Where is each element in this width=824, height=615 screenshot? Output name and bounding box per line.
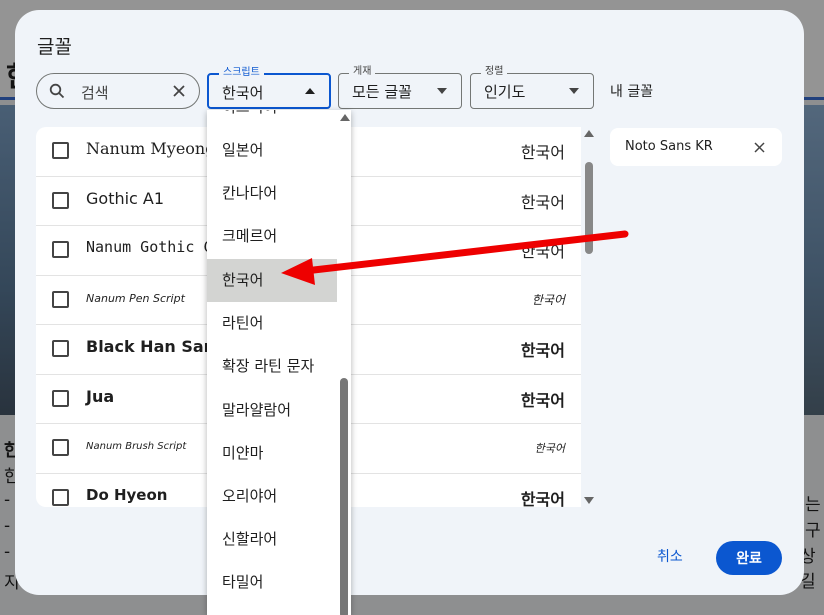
sort-select-label: 정렬 — [481, 66, 508, 78]
font-checkbox[interactable] — [52, 290, 69, 308]
menu-item[interactable]: 히브리어 — [207, 110, 337, 129]
menu-item[interactable]: 타밀어 — [207, 561, 337, 604]
subset-select-value: 모든 글꼴 — [352, 83, 412, 101]
menu-item[interactable]: 오리야어 — [207, 475, 337, 518]
script-select-value: 한국어 — [222, 84, 264, 102]
font-sample: 한국어 — [520, 143, 565, 162]
font-checkbox[interactable] — [52, 142, 69, 159]
search-input[interactable]: 검색 — [81, 82, 109, 103]
subset-select[interactable]: 게재 모든 글꼴 — [338, 66, 462, 109]
font-list-scrollbar[interactable] — [581, 127, 597, 507]
font-name: Jua — [86, 386, 115, 406]
search-icon — [49, 83, 65, 99]
font-name: Black Han Sans — [86, 337, 225, 356]
font-sample: 한국어 — [520, 489, 565, 508]
selected-font-name: Noto Sans KR — [625, 139, 713, 154]
font-sample: 한국어 — [531, 292, 565, 307]
menu-item[interactable]: 신할라어 — [207, 518, 337, 561]
close-icon[interactable] — [170, 82, 188, 100]
search-box[interactable]: 검색 — [36, 73, 200, 109]
font-sample: 한국어 — [520, 242, 565, 261]
font-checkbox[interactable] — [52, 488, 69, 506]
script-select[interactable]: 스크립트 한국어 — [207, 67, 331, 109]
menu-item[interactable]: 크메르어 — [207, 215, 337, 258]
menu-item[interactable]: 확장 라틴 문자 — [207, 345, 337, 388]
dialog-title: 글꼴 — [37, 36, 72, 58]
font-checkbox[interactable] — [52, 241, 69, 258]
chevron-down-icon — [569, 88, 579, 94]
scroll-up-icon[interactable] — [340, 114, 350, 121]
font-name: Nanum Brush Script — [86, 441, 187, 452]
font-sample: 한국어 — [520, 341, 565, 360]
font-sample: 한국어 — [520, 192, 565, 212]
menu-item[interactable]: 라틴어 — [207, 302, 337, 345]
font-dialog: 글꼴 검색 스크립트 한국어 게재 모든 글꼴 정렬 인기도 내 글꼴 Nanu… — [15, 10, 804, 595]
font-name: Do Hyeon — [86, 485, 168, 504]
chevron-up-icon — [305, 88, 315, 94]
font-sample: 한국어 — [520, 390, 565, 410]
font-checkbox[interactable] — [52, 439, 69, 456]
font-checkbox[interactable] — [52, 191, 69, 209]
my-fonts-heading: 내 글꼴 — [610, 84, 654, 100]
font-checkbox[interactable] — [52, 389, 69, 407]
sort-select-value: 인기도 — [484, 83, 526, 101]
menu-scrollbar-thumb[interactable] — [340, 378, 348, 615]
menu-item-selected[interactable]: 한국어 — [207, 259, 337, 302]
sort-select[interactable]: 정렬 인기도 — [470, 66, 594, 109]
font-sample: 한국어 — [534, 442, 565, 455]
menu-item[interactable]: 일본어 — [207, 129, 337, 172]
selected-font-chip: Noto Sans KR — [610, 128, 782, 166]
menu-item[interactable]: 말라얄람어 — [207, 389, 337, 432]
chevron-down-icon — [437, 88, 447, 94]
script-dropdown-menu: 히브리어 일본어 칸나다어 크메르어 한국어 라틴어 확장 라틴 문자 말라얄람… — [207, 110, 351, 615]
font-checkbox[interactable] — [52, 340, 69, 357]
font-name: Gothic A1 — [86, 188, 165, 208]
cancel-button[interactable]: 취소 — [657, 546, 683, 566]
done-button[interactable]: 완료 — [716, 541, 782, 575]
menu-item[interactable]: 칸나다어 — [207, 172, 337, 215]
font-name: Nanum Pen Script — [86, 291, 185, 305]
scroll-up-icon[interactable] — [584, 130, 594, 137]
scroll-down-icon[interactable] — [584, 497, 594, 504]
close-icon[interactable] — [754, 142, 765, 153]
subset-select-label: 게재 — [349, 66, 376, 78]
menu-item[interactable]: 미얀마 — [207, 432, 337, 475]
scrollbar-thumb[interactable] — [585, 162, 593, 254]
script-select-label: 스크립트 — [219, 67, 264, 79]
